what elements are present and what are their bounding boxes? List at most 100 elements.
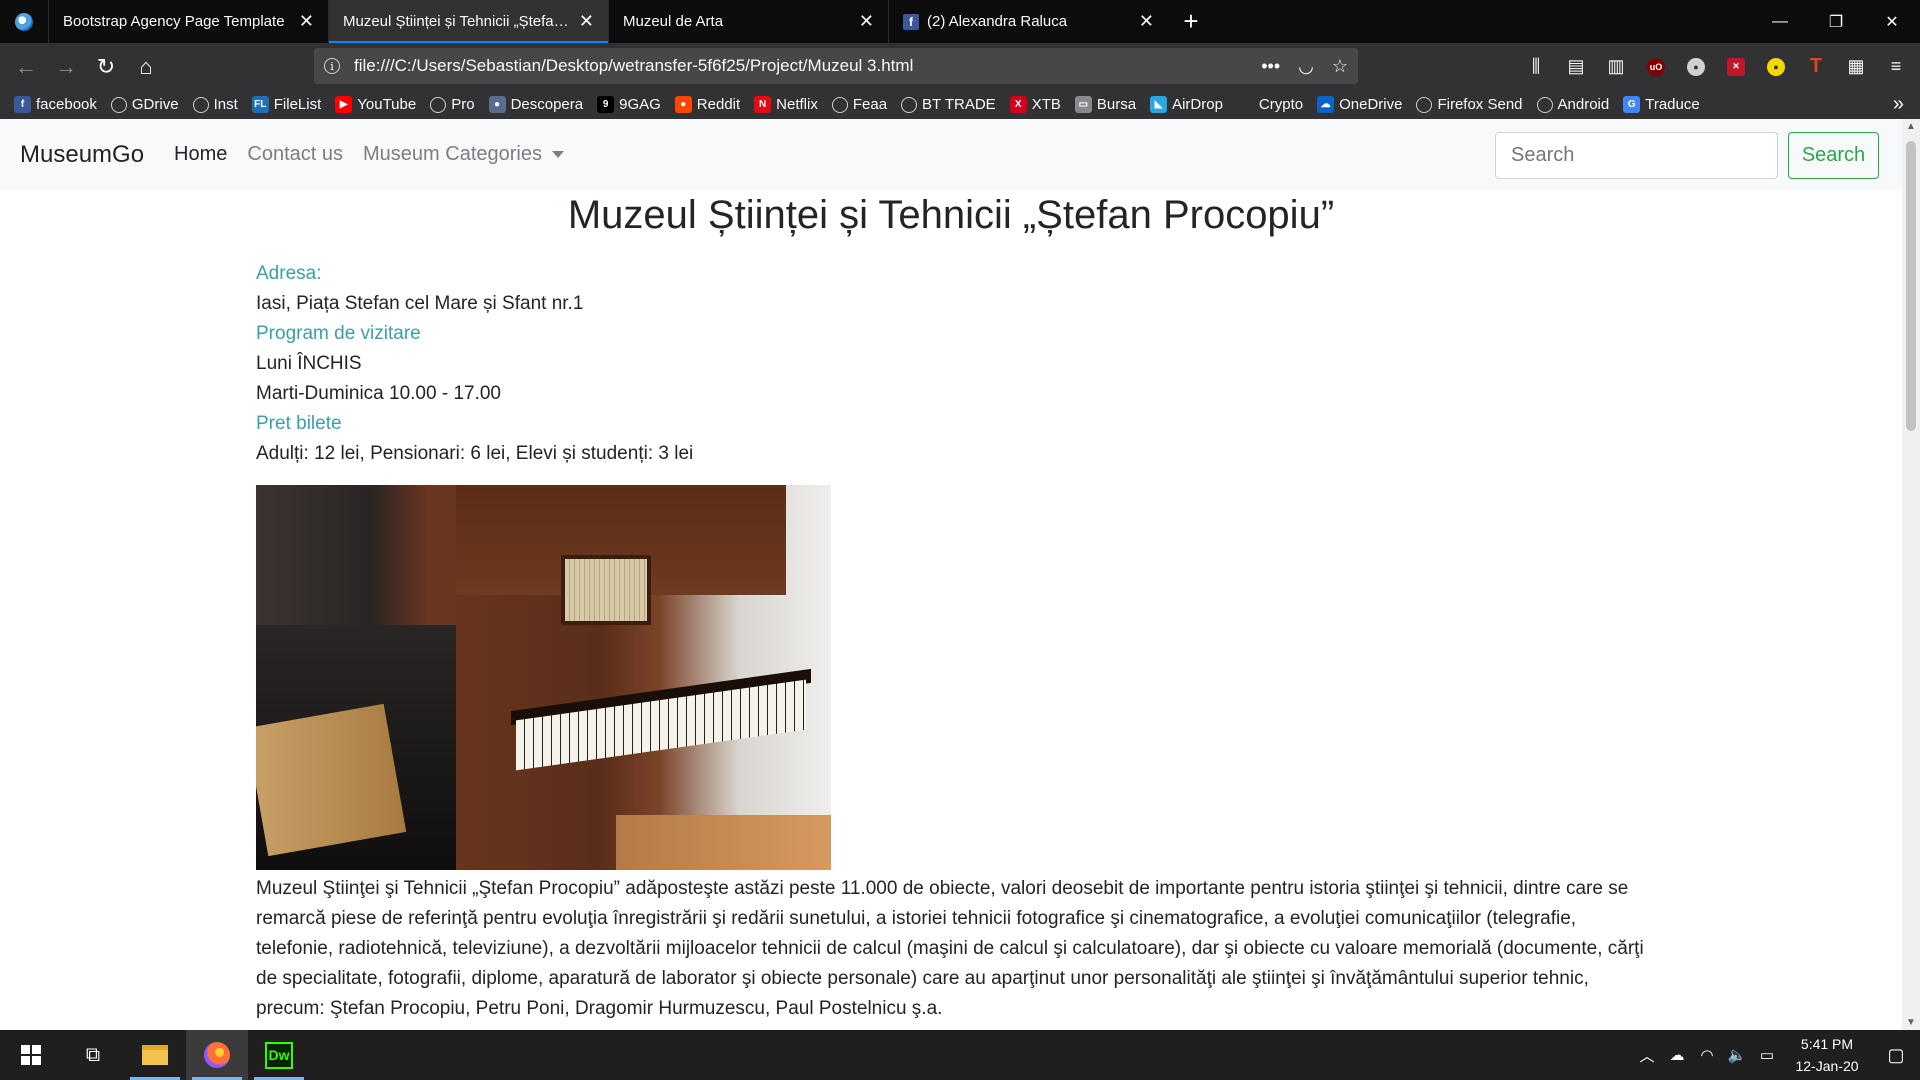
extensions-icon[interactable]: ▦ bbox=[1838, 49, 1874, 85]
menu-icon[interactable]: ≡ bbox=[1878, 49, 1914, 85]
bookmark-reddit[interactable]: ● Reddit bbox=[674, 96, 740, 113]
close-tab-icon[interactable]: ✕ bbox=[579, 11, 594, 32]
bookmark-9gag[interactable]: 9 9GAG bbox=[597, 96, 661, 113]
bookmark-crypto[interactable]: Crypto bbox=[1236, 96, 1303, 113]
bookmark-label: Netflix bbox=[776, 96, 818, 113]
bookmark-feaa[interactable]: Feaa bbox=[831, 96, 888, 113]
close-tab-icon[interactable]: ✕ bbox=[859, 11, 874, 32]
schedule-label: Program de vizitare bbox=[256, 323, 421, 344]
onedrive-tray-icon[interactable]: ☁ bbox=[1662, 1046, 1692, 1064]
tickets-label: Pret bilete bbox=[256, 413, 342, 434]
9gag-icon: 9 bbox=[597, 96, 615, 113]
nav-museum-categories[interactable]: Museum Categories bbox=[363, 143, 564, 166]
bookmark-label: OneDrive bbox=[1339, 96, 1403, 113]
library-icon[interactable]: ⫼ bbox=[1518, 49, 1554, 85]
scrollbar-thumb[interactable] bbox=[1906, 141, 1916, 431]
ublock-icon[interactable]: uO bbox=[1638, 49, 1674, 85]
bookmark-onedrive[interactable]: ☁ OneDrive bbox=[1317, 96, 1402, 113]
firefox-taskbar-icon[interactable] bbox=[186, 1030, 248, 1080]
globe-icon bbox=[1536, 96, 1553, 113]
close-tab-icon[interactable]: ✕ bbox=[299, 11, 314, 32]
blocker-icon[interactable]: ✕ bbox=[1718, 49, 1754, 85]
museum-description: Muzeul Ştiinţei şi Tehnicii „Ştefan Proc… bbox=[256, 878, 1644, 1019]
globe-icon bbox=[901, 96, 918, 113]
browser-tab[interactable]: Muzeul de Arta ✕ bbox=[608, 0, 888, 43]
bookmark-label: YouTube bbox=[357, 96, 417, 113]
bookmark-pro[interactable]: Pro bbox=[430, 96, 475, 113]
bookmark-youtube[interactable]: ▶ YouTube bbox=[335, 96, 416, 113]
start-button[interactable] bbox=[0, 1030, 62, 1080]
bookmark-gdrive[interactable]: GDrive bbox=[110, 96, 179, 113]
account-icon[interactable]: ● bbox=[1678, 49, 1714, 85]
task-view-icon[interactable]: ⧉ bbox=[62, 1030, 124, 1080]
bookmark-firefox-send[interactable]: Firefox Send bbox=[1416, 96, 1523, 113]
nav-contact[interactable]: Contact us bbox=[247, 143, 343, 166]
reload-icon[interactable]: ↻ bbox=[86, 47, 126, 87]
extension-yellow-icon[interactable]: ● bbox=[1758, 49, 1794, 85]
bookmark-filelist[interactable]: FL FileList bbox=[251, 96, 321, 113]
bookmark-bt-trade[interactable]: BT TRADE bbox=[901, 96, 996, 113]
bookmark-label: Pro bbox=[451, 96, 475, 113]
minimize-icon[interactable]: — bbox=[1752, 0, 1808, 43]
battery-icon[interactable]: ▭ bbox=[1752, 1046, 1782, 1064]
bookmark-airdrop[interactable]: ◣ AirDrop bbox=[1150, 96, 1223, 113]
globe-icon bbox=[110, 96, 127, 113]
home-icon[interactable]: ⌂ bbox=[126, 47, 166, 87]
bookmark-descopera[interactable]: ● Descopera bbox=[488, 96, 583, 113]
file-explorer-icon[interactable] bbox=[124, 1030, 186, 1080]
pocket-icon[interactable]: ◡ bbox=[1298, 56, 1314, 77]
bookmark-inst[interactable]: Inst bbox=[192, 96, 238, 113]
close-tab-icon[interactable]: ✕ bbox=[1139, 11, 1154, 32]
floor-shape bbox=[616, 815, 831, 870]
new-tab-button[interactable]: + bbox=[1168, 0, 1214, 43]
bookmark-traduce[interactable]: G Traduce bbox=[1623, 96, 1700, 113]
bookmark-label: XTB bbox=[1031, 96, 1061, 113]
wifi-icon[interactable]: ◠ bbox=[1692, 1046, 1722, 1064]
address-label: Adresa: bbox=[256, 263, 322, 284]
vertical-scrollbar[interactable]: ▲ ▼ bbox=[1902, 119, 1920, 1030]
schedule-monday: Luni ÎNCHIS bbox=[256, 353, 362, 374]
forward-icon[interactable]: → bbox=[46, 47, 86, 87]
tab-title: Bootstrap Agency Page Template bbox=[63, 13, 285, 30]
scroll-down-icon[interactable]: ▼ bbox=[1902, 1017, 1920, 1028]
scroll-up-icon[interactable]: ▲ bbox=[1902, 121, 1920, 132]
restore-icon[interactable]: ❐ bbox=[1808, 0, 1864, 43]
browser-tab[interactable]: Bootstrap Agency Page Template ✕ bbox=[48, 0, 328, 43]
dreamweaver-icon[interactable]: Dw bbox=[248, 1030, 310, 1080]
filelist-icon: FL bbox=[251, 96, 269, 113]
bookmark-xtb[interactable]: X XTB bbox=[1009, 96, 1061, 113]
sidebar-icon[interactable]: ▤ bbox=[1558, 49, 1594, 85]
xtb-icon: X bbox=[1009, 96, 1027, 113]
tray-chevron-icon[interactable]: ︿ bbox=[1632, 1045, 1662, 1066]
notifications-icon[interactable]: ▢ bbox=[1872, 1045, 1920, 1066]
search-button[interactable]: Search bbox=[1788, 132, 1879, 179]
barcode-icon[interactable]: ▥ bbox=[1598, 49, 1634, 85]
address-value: Iasi, Piața Stefan cel Mare și Sfant nr.… bbox=[256, 293, 584, 314]
bookmark-label: Feaa bbox=[852, 96, 888, 113]
reddit-icon: ● bbox=[674, 96, 692, 113]
bookmark-android[interactable]: Android bbox=[1536, 96, 1609, 113]
clock-date: 12-Jan-20 bbox=[1795, 1058, 1859, 1074]
address-bar[interactable]: i file:///C:/Users/Sebastian/Desktop/wet… bbox=[314, 48, 1358, 84]
folder-icon: ▭ bbox=[1074, 96, 1092, 113]
close-window-icon[interactable]: ✕ bbox=[1864, 0, 1920, 43]
url-text[interactable]: file:///C:/Users/Sebastian/Desktop/wetra… bbox=[354, 56, 1261, 76]
clock[interactable]: 5:41 PM 12-Jan-20 bbox=[1782, 1033, 1872, 1077]
extension-t-icon[interactable]: T bbox=[1798, 49, 1834, 85]
clock-time: 5:41 PM bbox=[1800, 1036, 1854, 1052]
back-icon[interactable]: ← bbox=[6, 47, 46, 87]
search-input[interactable] bbox=[1495, 132, 1778, 179]
bookmark-star-icon[interactable]: ☆ bbox=[1332, 56, 1348, 77]
bookmark-netflix[interactable]: N Netflix bbox=[754, 96, 818, 113]
nav-home[interactable]: Home bbox=[174, 143, 227, 166]
browser-tab-active[interactable]: Muzeul Științei și Tehnicii „Ștefan Proc… bbox=[328, 0, 608, 43]
bookmark-bursa[interactable]: ▭ Bursa bbox=[1074, 96, 1136, 113]
volume-icon[interactable]: 🔈 bbox=[1722, 1046, 1752, 1064]
page-actions-icon[interactable]: ••• bbox=[1261, 56, 1280, 77]
site-brand[interactable]: MuseumGo bbox=[20, 141, 144, 169]
browser-tab[interactable]: f (2) Alexandra Raluca ✕ bbox=[888, 0, 1168, 43]
translate-icon: G bbox=[1623, 96, 1641, 113]
bookmarks-overflow-icon[interactable]: » bbox=[1893, 93, 1904, 116]
site-info-icon[interactable]: i bbox=[324, 58, 340, 74]
bookmark-facebook[interactable]: f facebook bbox=[14, 96, 97, 113]
